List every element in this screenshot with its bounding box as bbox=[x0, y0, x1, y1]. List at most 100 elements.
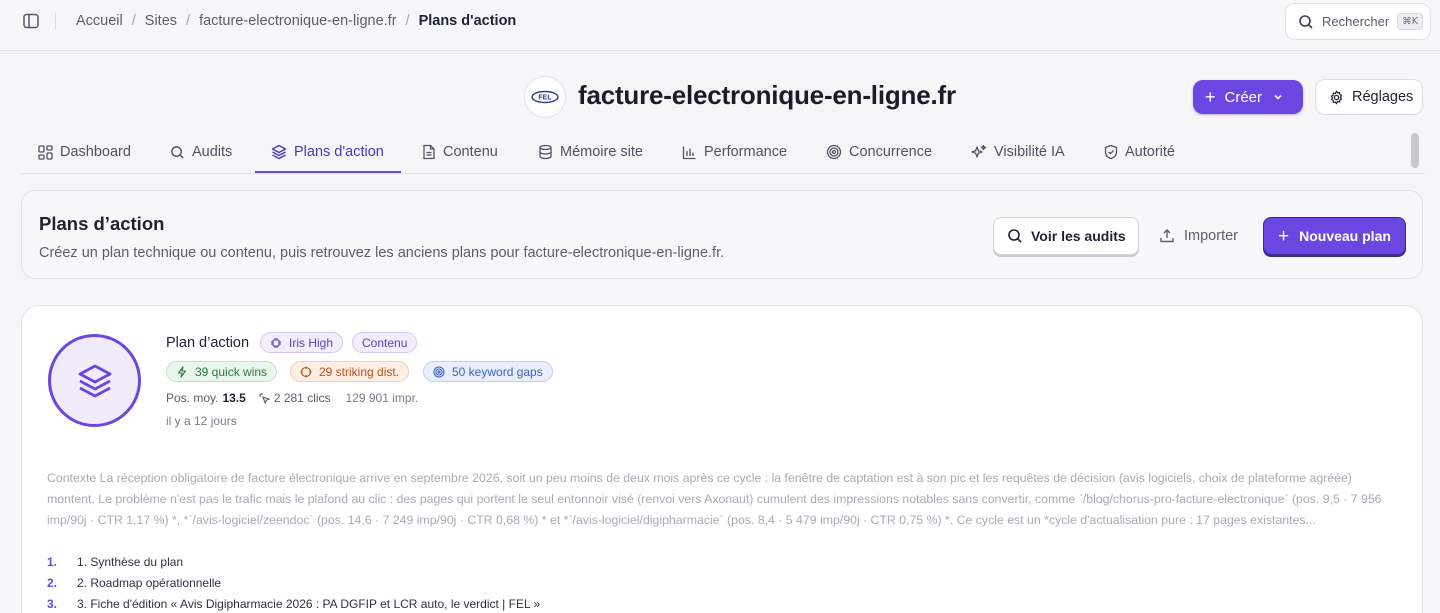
tab-autorite[interactable]: Autorité bbox=[1104, 131, 1175, 173]
toc-number: 3. bbox=[47, 596, 58, 611]
chip-icon bbox=[271, 337, 281, 348]
target-icon bbox=[433, 365, 445, 378]
toc-text: 3. Fiche d'édition « Avis Digipharmacie … bbox=[77, 596, 541, 611]
search-button[interactable]: Rechercher ⌘K bbox=[1285, 3, 1431, 40]
breadcrumb-site[interactable]: facture-electronique-en-ligne.fr bbox=[199, 13, 396, 29]
striking-distance-label: 29 striking dist. bbox=[319, 364, 400, 379]
tab-contenu[interactable]: Contenu bbox=[422, 131, 498, 173]
new-plan-button[interactable]: + Nouveau plan bbox=[1263, 217, 1406, 255]
tab-audits[interactable]: Audits bbox=[170, 131, 232, 173]
tab-label: Visibilité IA bbox=[994, 144, 1065, 160]
create-label: Créer bbox=[1224, 88, 1263, 106]
new-plan-label: Nouveau plan bbox=[1299, 228, 1391, 244]
toc-text: 1. Synthèse du plan bbox=[77, 554, 184, 569]
impressions-stat: 129 901 impr. bbox=[345, 391, 419, 405]
tab-label: Mémoire site bbox=[560, 144, 643, 160]
breadcrumb-separator: / bbox=[405, 13, 410, 29]
search-icon bbox=[171, 145, 184, 159]
keyword-gaps-label: 50 keyword gaps bbox=[452, 364, 543, 379]
database-icon bbox=[539, 144, 552, 160]
model-badge-label: Iris High bbox=[289, 335, 334, 350]
plans-header-card: Plans d’action Créez un plan technique o… bbox=[21, 190, 1423, 279]
toc-number: 2. bbox=[47, 575, 58, 590]
tab-label: Autorité bbox=[1125, 144, 1175, 160]
tab-performance[interactable]: Performance bbox=[682, 131, 787, 173]
sidebar-toggle-icon[interactable] bbox=[22, 12, 40, 30]
tab-memoire-site[interactable]: Mémoire site bbox=[538, 131, 643, 173]
search-icon bbox=[1299, 14, 1313, 29]
quick-wins-badge: 39 quick wins bbox=[166, 361, 278, 382]
grid-icon bbox=[38, 144, 53, 160]
breadcrumb-current: Plans d'action bbox=[418, 13, 517, 29]
striking-distance-badge: 29 striking dist. bbox=[290, 361, 410, 382]
site-tabs: Dashboard Audits Plans d'action Contenu … bbox=[20, 131, 1425, 174]
plan-context-preview: Contexte La réception obligatoire de fac… bbox=[47, 471, 1382, 527]
settings-button[interactable]: Réglages bbox=[1315, 79, 1423, 115]
plus-icon: + bbox=[1278, 225, 1290, 247]
view-audits-button[interactable]: Voir les audits bbox=[993, 217, 1139, 255]
toc-text: 2. Roadmap opérationnelle bbox=[77, 575, 222, 590]
cursor-click-icon bbox=[258, 393, 270, 404]
type-badge: Contenu bbox=[352, 332, 418, 353]
tab-label: Concurrence bbox=[849, 144, 933, 160]
breadcrumb-home[interactable]: Accueil bbox=[76, 13, 123, 29]
search-label: Rechercher bbox=[1322, 14, 1390, 29]
tab-label: Performance bbox=[704, 144, 788, 160]
avg-position-label: Pos. moy. bbox=[166, 391, 219, 405]
clicks-value: 2 281 clics bbox=[273, 391, 331, 405]
clicks-stat: 2 281 clics bbox=[258, 391, 331, 405]
model-badge: Iris High bbox=[260, 332, 344, 353]
plan-timestamp: il y a 12 jours bbox=[166, 414, 237, 428]
toc-item[interactable]: 1. 1. Synthèse du plan bbox=[47, 551, 540, 572]
import-button[interactable]: Importer bbox=[1159, 217, 1249, 255]
top-bar: Accueil / Sites / facture-electronique-e… bbox=[0, 0, 1440, 51]
tab-label: Audits bbox=[192, 144, 233, 160]
toc-item[interactable]: 3. 3. Fiche d'édition « Avis Digipharmac… bbox=[47, 593, 540, 613]
lightning-icon bbox=[177, 365, 187, 378]
plan-avatar bbox=[48, 334, 141, 427]
bar-chart-icon bbox=[682, 146, 696, 159]
keyword-gaps-badge: 50 keyword gaps bbox=[423, 361, 553, 382]
plan-stats: Pos. moy. 13.5 2 281 clics 129 901 impr. bbox=[166, 391, 418, 405]
quick-wins-label: 39 quick wins bbox=[195, 364, 268, 379]
svg-text:FEL: FEL bbox=[538, 95, 552, 102]
plus-icon: + bbox=[1205, 87, 1216, 107]
plan-name: Plan d’action bbox=[166, 335, 250, 351]
chevron-down-icon bbox=[1274, 94, 1282, 100]
view-audits-label: Voir les audits bbox=[1031, 228, 1126, 244]
document-icon bbox=[423, 144, 435, 160]
layers-icon bbox=[271, 144, 287, 160]
search-icon bbox=[1008, 229, 1022, 243]
breadcrumb-separator: / bbox=[186, 13, 191, 29]
site-logo: FEL bbox=[524, 76, 566, 118]
tab-visibilite-ia[interactable]: Visibilité IA bbox=[971, 131, 1065, 173]
breadcrumb-separator: / bbox=[131, 13, 136, 29]
import-label: Importer bbox=[1184, 228, 1238, 244]
section-subtitle: Créez un plan technique ou contenu, puis… bbox=[39, 245, 725, 261]
tab-label: Contenu bbox=[443, 144, 498, 160]
target-icon bbox=[826, 144, 842, 160]
breadcrumb: Accueil / Sites / facture-electronique-e… bbox=[76, 13, 516, 29]
gear-icon bbox=[1330, 89, 1343, 105]
layers-icon bbox=[78, 364, 111, 397]
tab-label: Plans d'action bbox=[294, 144, 384, 160]
settings-label: Réglages bbox=[1352, 89, 1414, 105]
toc-item[interactable]: 2. 2. Roadmap opérationnelle bbox=[47, 572, 540, 593]
create-button[interactable]: + Créer bbox=[1193, 80, 1303, 114]
sparkles-icon bbox=[971, 144, 987, 158]
section-title: Plans d’action bbox=[39, 213, 165, 234]
toc-number: 1. bbox=[47, 554, 58, 569]
plan-table-of-contents: 1. 1. Synthèse du plan 2. 2. Roadmap opé… bbox=[47, 551, 540, 613]
divider bbox=[55, 12, 56, 30]
breadcrumb-sites[interactable]: Sites bbox=[145, 13, 177, 29]
site-title: facture-electronique-en-ligne.fr bbox=[578, 80, 956, 110]
tab-concurrence[interactable]: Concurrence bbox=[826, 131, 932, 173]
tab-dashboard[interactable]: Dashboard bbox=[38, 131, 131, 173]
scrollbar-thumb[interactable] bbox=[1411, 133, 1419, 168]
crosshair-icon bbox=[300, 366, 312, 377]
upload-icon bbox=[1160, 229, 1174, 243]
shield-icon bbox=[1104, 144, 1118, 160]
action-plan-card[interactable]: Plan d’action Iris High Contenu 39 quick… bbox=[21, 305, 1423, 613]
tab-plans-action[interactable]: Plans d'action bbox=[271, 131, 384, 173]
tab-label: Dashboard bbox=[60, 144, 131, 160]
